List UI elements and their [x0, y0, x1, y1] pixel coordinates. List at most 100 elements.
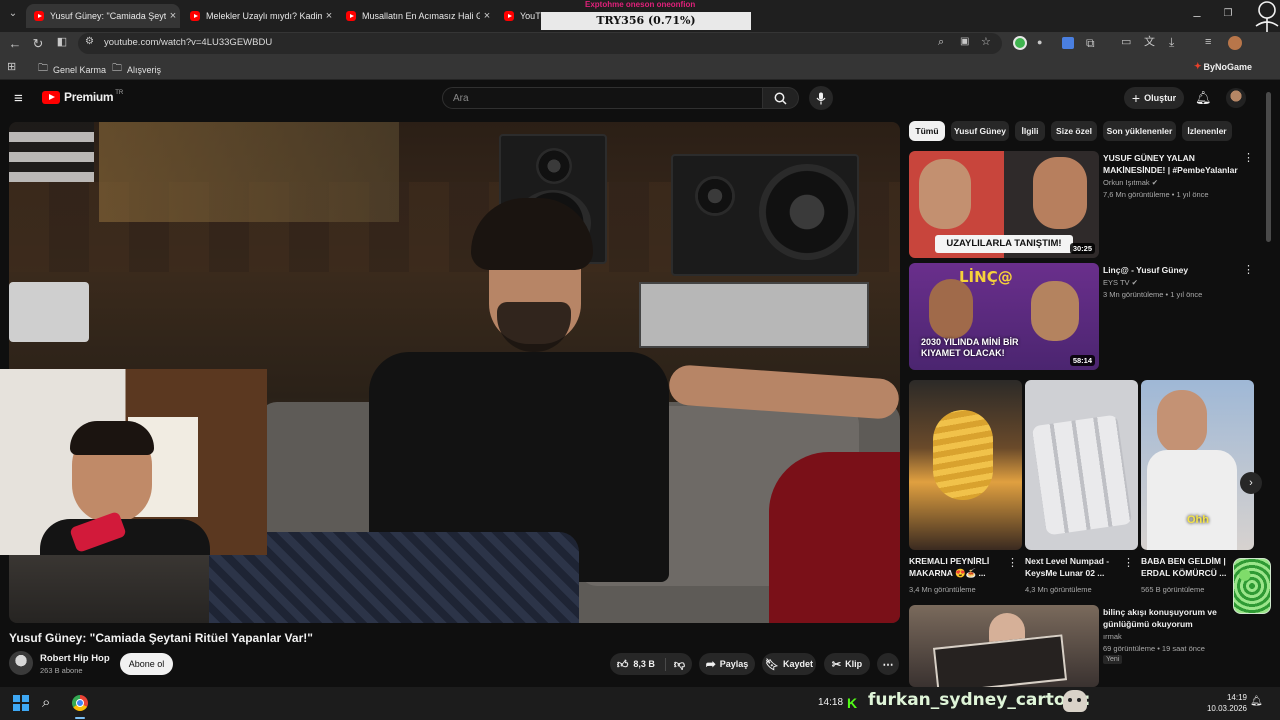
youtube-favicon-icon	[504, 11, 514, 21]
thumbs-down-icon: 👎︎	[673, 658, 686, 671]
subscriber-count: 263 B abone	[40, 666, 83, 675]
related-video-3-thumbnail[interactable]	[909, 605, 1099, 687]
bynogame-extension[interactable]: ✦ ByNoGame	[1194, 61, 1252, 72]
thumbs-up-icon: 👍︎	[616, 658, 629, 671]
notification-bell-icon[interactable]: 🔔︎	[1250, 697, 1263, 707]
bookmark-genel-karma[interactable]: 🗀 Genel Karma	[38, 61, 106, 78]
bookmark-label: Alışveriş	[127, 64, 162, 75]
short-3-title[interactable]: BABA BEN GELDİM | ERDAL KÖMÜRCÜ ...	[1141, 555, 1239, 579]
short-menu-icon[interactable]: ⋮	[1123, 558, 1134, 569]
taskbar-search-icon[interactable]: ⌕	[42, 695, 50, 710]
like-button[interactable]: 👍︎ 8,3 B	[616, 657, 666, 671]
folder-icon: 🗀	[112, 63, 122, 74]
short-1-views: 3,4 Mn görüntüleme	[909, 585, 976, 594]
tab-melekler[interactable]: Melekler Uzaylı mıydı? Kadim M ×	[182, 4, 336, 28]
profile-avatar[interactable]	[1228, 36, 1242, 50]
tab-yusuf-guney[interactable]: Yusuf Güney: "Camiada Şeytani ×	[26, 4, 180, 28]
close-tab-icon[interactable]: ×	[322, 10, 336, 22]
extension-green-icon[interactable]	[1013, 36, 1027, 50]
related-video-3-title[interactable]: bilinç akışı konuşuyorum ve günlüğümü ok…	[1103, 606, 1223, 630]
stream-price-ticker: TRY356 (0.71%)	[541, 12, 751, 30]
zoom-icon[interactable]: ⌕	[938, 37, 944, 48]
account-avatar[interactable]	[1226, 88, 1246, 108]
chrome-taskbar-icon[interactable]	[72, 695, 88, 711]
site-info-icon[interactable]: ⚙	[85, 37, 94, 47]
tab-list-icon[interactable]: ⌄	[6, 9, 20, 19]
chip-recent-uploads[interactable]: Son yüklenenler	[1103, 121, 1176, 141]
reload-icon[interactable]: ↻	[31, 37, 45, 50]
short-3-thumbnail[interactable]: Ohh	[1141, 380, 1254, 550]
scissors-icon: ✂	[831, 658, 842, 671]
reading-list-icon[interactable]: ≡	[1205, 37, 1211, 48]
more-icon: ⋯	[882, 658, 894, 671]
clock-date: 10.03.2026	[1206, 704, 1247, 713]
close-tab-icon[interactable]: ×	[480, 10, 494, 22]
related-video-3-channel[interactable]: ırmak	[1103, 631, 1122, 642]
close-tab-icon[interactable]: ×	[166, 10, 180, 22]
related-video-1-channel[interactable]: Orkun Işıtmak ✔	[1103, 177, 1158, 188]
related-video-2-thumbnail[interactable]: LİNÇ@ 2030 YILINDA MİNİ BİR KIYAMET OLAC…	[909, 263, 1099, 370]
stream-ticker-text: Exptohme oneson oneonfion	[585, 0, 696, 9]
chip-all[interactable]: Tümü	[909, 121, 945, 141]
apps-grid-icon[interactable]: ⊞	[7, 62, 16, 73]
extension-icon[interactable]: ●	[1037, 38, 1042, 47]
extensions-puzzle-icon[interactable]: ⧉	[1086, 37, 1095, 49]
search-button[interactable]	[763, 87, 799, 109]
notifications-bell-icon[interactable]: 🔔︎	[1195, 91, 1212, 104]
video-menu-icon[interactable]: ⋮	[1243, 265, 1254, 276]
chip-yusuf-guney[interactable]: Yusuf Güney	[951, 121, 1009, 141]
translate-extension-icon[interactable]	[1062, 37, 1074, 49]
clip-button[interactable]: ✂ Klip	[824, 653, 870, 675]
share-button[interactable]: ➦ Paylaş	[699, 653, 755, 675]
bookmarks-bar: ⊞ 🗀 Genel Karma 🗀 Alışveriş ✦ ByNoGame	[0, 56, 1280, 80]
channel-avatar[interactable]	[9, 651, 33, 675]
thumbnail-person-right	[1033, 157, 1087, 229]
bookmark-alisveris[interactable]: 🗀 Alışveriş	[112, 61, 161, 78]
short-2-title[interactable]: Next Level Numpad - KeysMe Lunar 02 ...	[1025, 555, 1123, 579]
bookmark-star-icon[interactable]: ☆	[981, 37, 991, 48]
dislike-button[interactable]: 👎︎	[666, 658, 685, 671]
shorts-next-button[interactable]: ›	[1240, 472, 1262, 494]
translate-icon[interactable]: 文	[1144, 37, 1155, 48]
page-scrollbar[interactable]	[1266, 92, 1271, 242]
youtube-favicon-icon	[34, 11, 44, 21]
short-2-thumbnail[interactable]	[1025, 380, 1138, 550]
short-menu-icon[interactable]: ⋮	[1007, 558, 1018, 569]
menu-icon[interactable]: ≡	[14, 91, 23, 106]
taskbar-clock[interactable]: 14:19 10.03.2026	[1203, 692, 1247, 714]
thumbnail-logo: LİNÇ@	[959, 268, 1013, 286]
short-1-thumbnail[interactable]	[909, 380, 1022, 550]
save-button[interactable]: 🔖︎ Kaydet	[762, 653, 816, 675]
tab-musallat[interactable]: Musallatın En Acımasız Hali Ge ×	[338, 4, 494, 28]
address-bar[interactable]: ⚙ youtube.com/watch?v=4LU33GEWBDU ⌕ ▣ ☆	[78, 33, 1002, 54]
youtube-logo[interactable]: Premium TR	[42, 90, 123, 104]
more-actions-button[interactable]: ⋯	[877, 653, 899, 675]
related-video-2-title[interactable]: Linç@ - Yusuf Güney	[1103, 264, 1239, 276]
maximize-icon[interactable]: ❐	[1221, 9, 1235, 19]
related-video-1-title[interactable]: YUSUF GÜNEY YALAN MAKİNESİNDE! | #PembeY…	[1103, 152, 1239, 176]
video-menu-icon[interactable]: ⋮	[1243, 153, 1254, 164]
devices-icon[interactable]: ▭	[1121, 37, 1131, 48]
search-input[interactable]: Ara	[442, 87, 763, 109]
chip-for-you[interactable]: Sizе özel	[1051, 121, 1097, 141]
address-text: youtube.com/watch?v=4LU33GEWBDU	[104, 37, 273, 48]
start-windows-icon[interactable]	[13, 695, 29, 711]
minimize-icon[interactable]: –	[1190, 9, 1204, 22]
subscribe-button[interactable]: Abone ol	[120, 653, 173, 675]
studio-monitor-right	[671, 154, 859, 276]
voice-search-button[interactable]	[809, 86, 833, 110]
related-video-1-thumbnail[interactable]: UZAYLILARLA TANIŞTIM! 30:25	[909, 151, 1099, 258]
short-3-views: 565 B görüntüleme	[1141, 585, 1205, 594]
related-video-2-channel[interactable]: EYS TV ✔	[1103, 277, 1138, 288]
download-icon[interactable]: ⤓	[1169, 36, 1174, 48]
short-1-title[interactable]: KREMALI PEYNİRLİ MAKARNA 😍🍝 ...	[909, 555, 1005, 579]
cast-icon[interactable]: ▣	[960, 37, 969, 47]
folder-icon: 🗀	[38, 63, 48, 74]
chip-watched[interactable]: İzlenenler	[1182, 121, 1232, 141]
video-duration: 30:25	[1069, 243, 1095, 254]
create-button[interactable]: + Oluştur	[1124, 87, 1184, 109]
sidebar-icon[interactable]: ◧	[55, 37, 69, 48]
chip-related[interactable]: İlgili	[1015, 121, 1045, 141]
back-icon[interactable]: ←	[8, 37, 22, 50]
channel-name[interactable]: Robert Hip Hop	[40, 653, 110, 664]
